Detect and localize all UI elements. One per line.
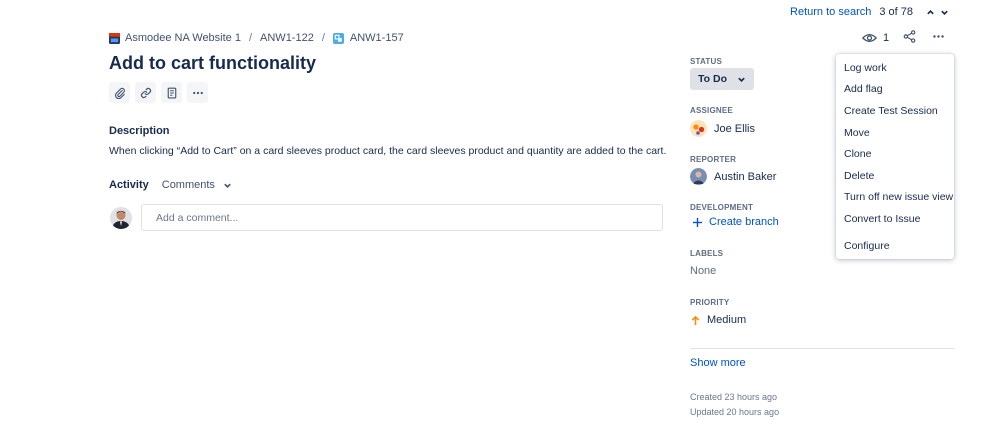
menu-item-move[interactable]: Move	[836, 122, 954, 144]
menu-item-clone[interactable]: Clone	[836, 143, 954, 165]
breadcrumb-issue-label: ANW1-157	[349, 32, 404, 44]
description-text[interactable]: When clicking “Add to Cart” on a card sl…	[109, 145, 666, 157]
chevron-down-icon	[224, 183, 231, 188]
assignee-label: ASSIGNEE	[690, 106, 733, 115]
more-horizontal-icon	[933, 35, 944, 38]
activity-section: Activity Comments	[109, 179, 232, 191]
create-branch-label: Create branch	[709, 216, 779, 228]
reporter-field[interactable]: Austin Baker	[690, 168, 776, 185]
issue-title[interactable]: Add to cart functionality	[109, 53, 316, 74]
plus-icon	[692, 217, 703, 227]
priority-field[interactable]: Medium	[690, 314, 746, 326]
create-branch-link[interactable]: Create branch	[692, 216, 779, 228]
more-actions-menu: Log work Add flag Create Test Session Mo…	[836, 54, 954, 259]
chevron-down-icon	[738, 77, 745, 82]
breadcrumb-separator: /	[248, 32, 253, 44]
chevron-up-icon	[926, 9, 934, 14]
activity-filter-value: Comments	[161, 179, 215, 191]
menu-item-turn-off-new-issue-view[interactable]: Turn off new issue view	[836, 187, 954, 209]
updated-timestamp: Updated 20 hours ago	[690, 407, 780, 417]
status-label: STATUS	[690, 57, 723, 66]
search-navigation: Return to search 3 of 78	[790, 4, 951, 20]
more-actions-button[interactable]	[932, 30, 945, 46]
breadcrumb: Asmodee NA Website 1 / ANW1-122 / ANW1-1…	[109, 30, 404, 46]
link-icon	[140, 87, 151, 98]
arrow-up-icon	[691, 315, 700, 325]
subtask-icon	[332, 32, 344, 44]
status-dropdown[interactable]: To Do	[690, 68, 754, 90]
menu-item-add-flag[interactable]: Add flag	[836, 79, 954, 101]
reporter-avatar	[690, 168, 707, 185]
search-position: 3 of 78	[879, 6, 913, 18]
sidebar-divider	[690, 348, 954, 349]
link-page-button[interactable]	[161, 82, 182, 103]
menu-item-configure[interactable]: Configure	[836, 235, 954, 257]
more-toolbar-button[interactable]	[187, 82, 208, 103]
show-more-link[interactable]: Show more	[690, 357, 746, 369]
breadcrumb-issue[interactable]: ANW1-157	[332, 32, 404, 44]
reporter-name: Austin Baker	[714, 170, 777, 183]
watch-button[interactable]: 1	[862, 32, 889, 44]
breadcrumb-parent[interactable]: ANW1-122	[260, 32, 314, 44]
development-label: DEVELOPMENT	[690, 203, 754, 212]
priority-value: Medium	[707, 314, 747, 326]
assignee-field[interactable]: Joe Ellis	[690, 120, 755, 137]
chevron-down-icon	[940, 10, 948, 15]
menu-item-log-work[interactable]: Log work	[836, 57, 954, 79]
assignee-name: Joe Ellis	[714, 122, 755, 135]
share-icon	[903, 30, 916, 43]
link-issue-button[interactable]	[135, 82, 156, 103]
issue-actions: 1	[862, 30, 945, 46]
activity-heading: Activity	[109, 179, 149, 191]
issue-toolbar	[109, 82, 208, 103]
previous-issue-button[interactable]	[923, 8, 937, 17]
breadcrumb-project-label: Asmodee NA Website 1	[125, 32, 241, 44]
reporter-label: REPORTER	[690, 155, 737, 164]
return-to-search-link[interactable]: Return to search	[790, 6, 871, 18]
activity-filter-select[interactable]: Comments	[162, 179, 232, 191]
labels-value[interactable]: None	[690, 265, 716, 277]
comment-input[interactable]: Add a comment...	[141, 204, 663, 231]
created-timestamp: Created 23 hours ago	[690, 392, 778, 402]
priority-label: PRIORITY	[690, 298, 730, 307]
eye-icon	[862, 34, 877, 42]
status-value: To Do	[698, 73, 727, 85]
breadcrumb-separator: /	[321, 32, 325, 44]
description-heading: Description	[109, 125, 170, 137]
paperclip-icon	[114, 87, 125, 99]
breadcrumb-project[interactable]: Asmodee NA Website 1	[109, 32, 241, 44]
assignee-avatar	[690, 120, 707, 137]
attach-button[interactable]	[109, 82, 130, 103]
confluence-page-icon	[167, 87, 176, 98]
labels-label: LABELS	[690, 249, 724, 258]
menu-item-delete[interactable]: Delete	[836, 165, 954, 187]
current-user-avatar	[110, 207, 132, 229]
project-avatar-icon	[109, 32, 120, 44]
watch-count: 1	[883, 32, 890, 44]
share-button[interactable]	[903, 30, 916, 46]
menu-item-create-test-session[interactable]: Create Test Session	[836, 100, 954, 122]
menu-item-convert-to-issue[interactable]: Convert to Issue	[836, 208, 954, 230]
next-issue-button[interactable]	[937, 8, 951, 17]
more-horizontal-icon	[192, 91, 203, 94]
